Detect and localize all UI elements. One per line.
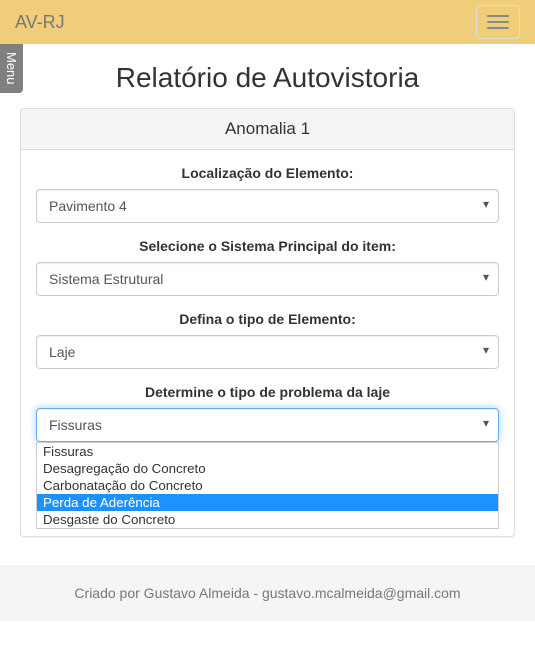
panel-body: Localização do Elemento: Pavimento 4 Sel… — [21, 150, 514, 536]
label-location: Localização do Elemento: — [36, 165, 499, 181]
form-group-element-type: Defina o tipo de Elemento: Laje — [36, 311, 499, 369]
page-title: Relatório de Autovistoria — [20, 62, 515, 94]
hamburger-icon — [487, 21, 509, 23]
label-element-type: Defina o tipo de Elemento: — [36, 311, 499, 327]
form-group-location: Localização do Elemento: Pavimento 4 — [36, 165, 499, 223]
panel-anomaly: Anomalia 1 Localização do Elemento: Pavi… — [20, 108, 515, 537]
hamburger-icon — [487, 27, 509, 29]
menu-tab[interactable]: Menu — [0, 44, 23, 93]
form-group-problem-type: Determine o tipo de problema da laje Fis… — [36, 384, 499, 442]
option-desagregacao[interactable]: Desagregação do Concreto — [37, 460, 498, 477]
option-fissuras[interactable]: Fissuras — [37, 443, 498, 460]
form-group-system: Selecione o Sistema Principal do item: S… — [36, 238, 499, 296]
select-element-type[interactable]: Laje — [36, 335, 499, 369]
hamburger-icon — [487, 15, 509, 17]
select-location[interactable]: Pavimento 4 — [36, 189, 499, 223]
select-problem-type[interactable]: Fissuras — [36, 408, 499, 442]
option-perda-aderencia[interactable]: Perda de Aderência — [37, 494, 498, 511]
navbar-toggle[interactable] — [476, 5, 520, 39]
option-carbonatacao[interactable]: Carbonatação do Concreto — [37, 477, 498, 494]
label-system: Selecione o Sistema Principal do item: — [36, 238, 499, 254]
label-problem-type: Determine o tipo de problema da laje — [36, 384, 499, 400]
footer: Criado por Gustavo Almeida - gustavo.mca… — [0, 565, 535, 621]
navbar-brand[interactable]: AV-RJ — [15, 1, 65, 44]
select-system[interactable]: Sistema Estrutural — [36, 262, 499, 296]
panel-heading: Anomalia 1 — [21, 109, 514, 150]
footer-text: Criado por Gustavo Almeida - gustavo.mca… — [74, 585, 460, 601]
navbar: AV-RJ — [0, 0, 535, 44]
option-desgaste[interactable]: Desgaste do Concreto — [37, 511, 498, 528]
dropdown-problem-options: Fissuras Desagregação do Concreto Carbon… — [36, 442, 499, 529]
